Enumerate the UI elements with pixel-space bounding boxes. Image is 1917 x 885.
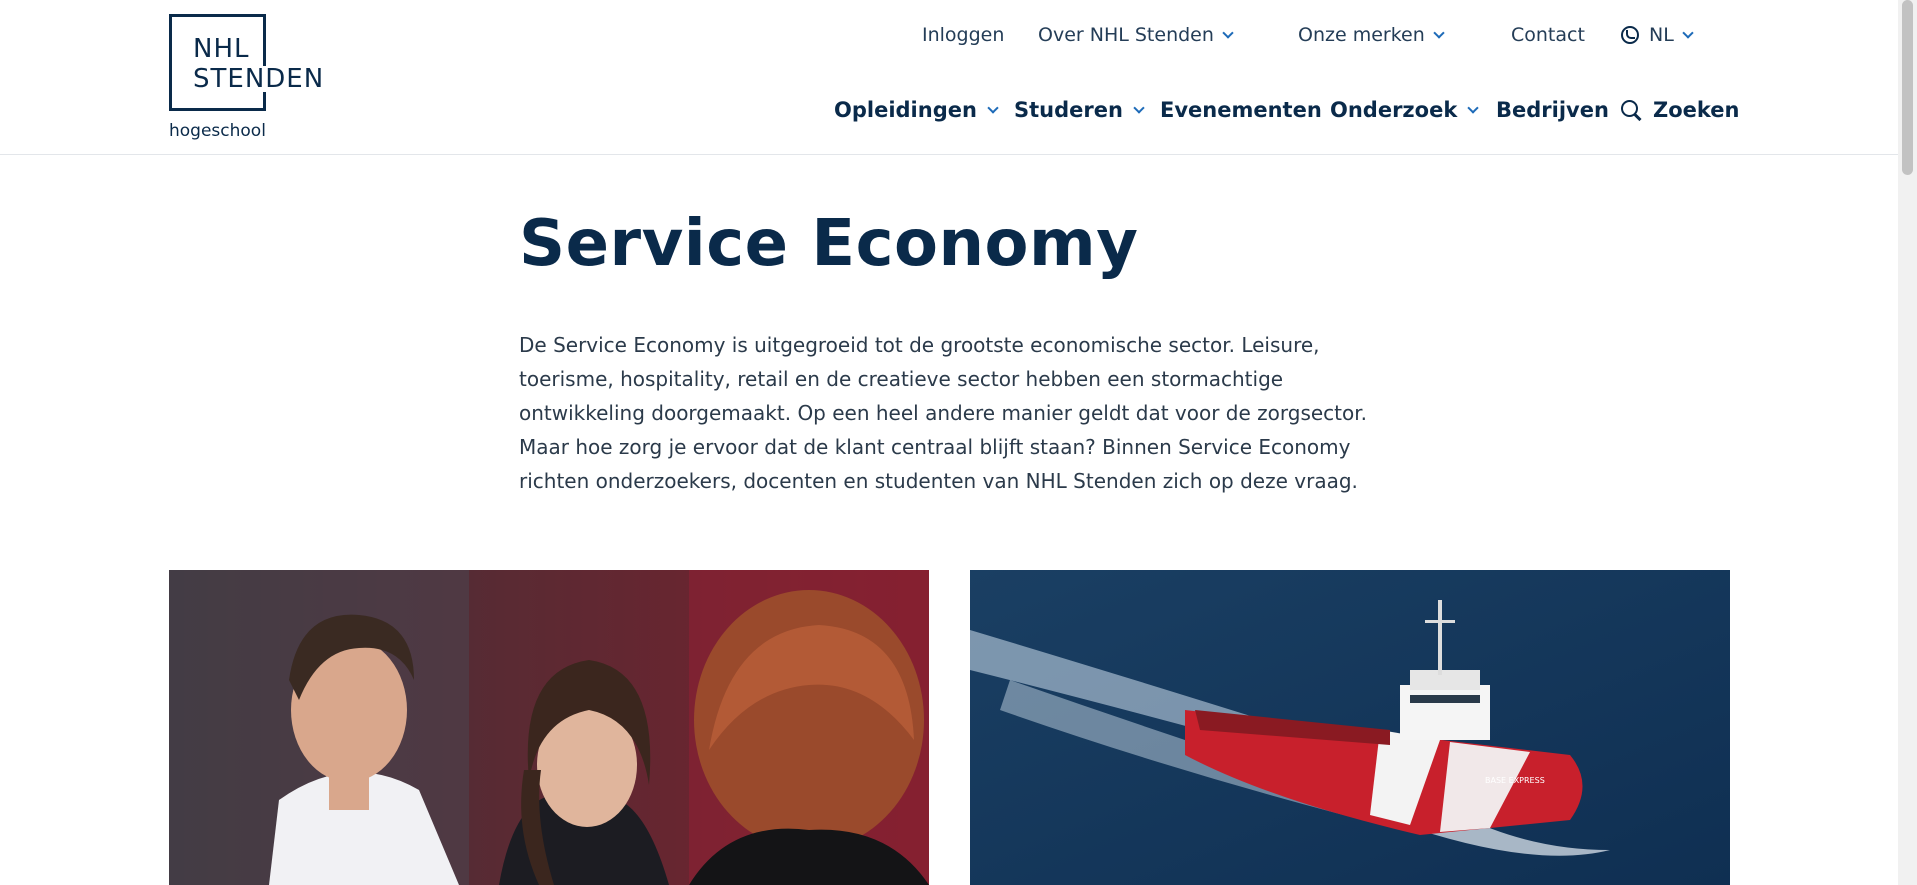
- brands-menu[interactable]: Onze merken: [1298, 24, 1445, 46]
- chevron-down-icon: [1682, 26, 1694, 39]
- chevron-down-icon: [1133, 101, 1145, 114]
- nav-programs-label: Opleidingen: [834, 98, 977, 122]
- globe-icon: [1621, 26, 1639, 44]
- scrollbar-thumb[interactable]: [1902, 0, 1913, 175]
- nav-studying[interactable]: Studeren: [1014, 98, 1145, 122]
- nav-companies[interactable]: Bedrijven: [1496, 98, 1609, 122]
- nav-research-label: Onderzoek: [1330, 98, 1458, 122]
- chevron-down-icon: [1467, 101, 1479, 114]
- contact-link[interactable]: Contact: [1511, 24, 1585, 46]
- nav-events-label: Evenementen: [1160, 98, 1322, 122]
- about-menu[interactable]: Over NHL Stenden: [1038, 24, 1234, 46]
- page-title: Service Economy: [519, 207, 1139, 281]
- nav-events[interactable]: Evenementen: [1160, 98, 1322, 122]
- nav-research[interactable]: Onderzoek: [1330, 98, 1479, 122]
- nav-studying-label: Studeren: [1014, 98, 1123, 122]
- page-scrollbar[interactable]: [1898, 0, 1917, 885]
- login-link[interactable]: Inloggen: [922, 24, 1004, 46]
- search-button[interactable]: Zoeken: [1621, 98, 1740, 122]
- utility-nav: Inloggen Over NHL Stenden Onze merken Co…: [0, 24, 1898, 54]
- students-photo: [169, 570, 929, 885]
- brands-label: Onze merken: [1298, 24, 1425, 46]
- contact-label: Contact: [1511, 24, 1585, 46]
- search-icon: [1621, 100, 1641, 120]
- ship-name-label: BASE EXPRESS: [1485, 776, 1545, 785]
- nav-programs[interactable]: Opleidingen: [834, 98, 999, 122]
- chevron-down-icon: [987, 101, 999, 114]
- students-photo-card[interactable]: [169, 570, 929, 885]
- login-label: Inloggen: [922, 24, 1005, 46]
- about-label: Over NHL Stenden: [1038, 24, 1214, 46]
- site-header: NHL STENDEN hogeschool Inloggen Over NHL…: [0, 0, 1898, 155]
- ship-photo-card[interactable]: BASE EXPRESS: [970, 570, 1730, 885]
- ship-photo: BASE EXPRESS: [970, 570, 1730, 885]
- logo-text-stenden: STENDEN: [191, 66, 329, 92]
- chevron-down-icon: [1433, 26, 1445, 39]
- search-label: Zoeken: [1653, 98, 1740, 122]
- intro-text: De Service Economy is uitgegroeid tot de…: [519, 333, 1367, 493]
- language-label: NL: [1649, 24, 1674, 46]
- chevron-down-icon: [1222, 26, 1234, 39]
- main-nav: Opleidingen Studeren Evenementen Onderzo…: [0, 98, 1898, 128]
- language-selector[interactable]: NL: [1621, 24, 1694, 46]
- nav-companies-label: Bedrijven: [1496, 98, 1609, 122]
